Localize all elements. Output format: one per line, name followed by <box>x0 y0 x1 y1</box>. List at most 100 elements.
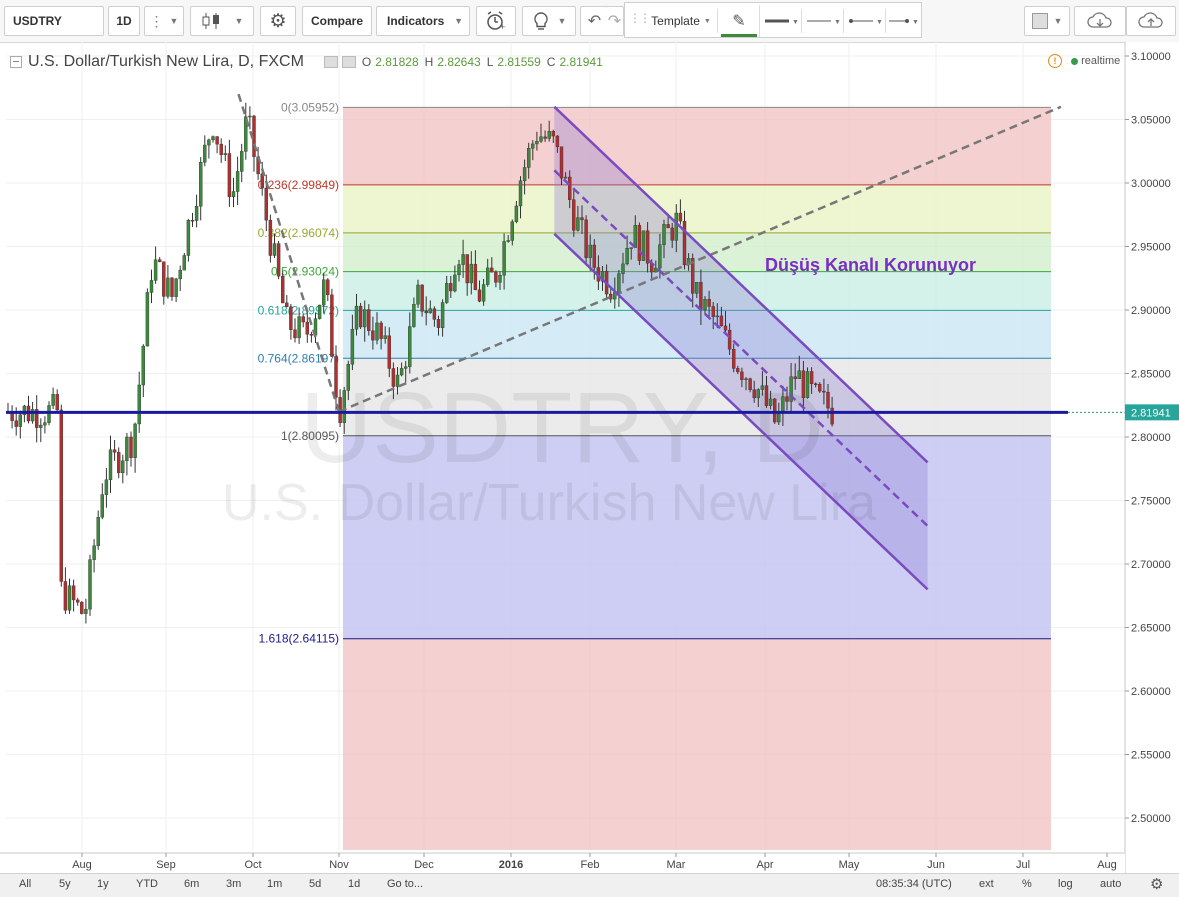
goto-button[interactable]: Go to... <box>387 878 423 890</box>
candle-body <box>289 306 293 330</box>
candle-body <box>276 243 281 277</box>
candle-body <box>67 585 72 611</box>
price-tick-label: 2.60000 <box>1131 686 1171 698</box>
candle-body <box>531 143 535 149</box>
price-tick-label: 2.75000 <box>1131 496 1171 508</box>
candle-body <box>408 326 412 367</box>
undo-button[interactable]: ↶ <box>580 6 608 36</box>
price-tick-label: 2.65000 <box>1131 623 1171 635</box>
gear-icon[interactable]: ⚙ <box>1150 875 1163 893</box>
candle-body <box>539 136 543 142</box>
interval-menu-button[interactable]: ⋮ ▼ <box>144 6 184 36</box>
candle-body <box>182 255 187 271</box>
chart-style-button[interactable]: ▼ <box>190 6 254 36</box>
candle-body <box>518 180 523 207</box>
alert-button[interactable]: + <box>476 6 516 36</box>
price-axis[interactable]: 3.10000 3.05000 3.00000 2.95000 2.90000 2.850… <box>1124 42 1179 873</box>
candle-body <box>223 153 228 155</box>
candle-body <box>461 254 465 265</box>
percent-toggle[interactable]: % <box>1022 878 1032 890</box>
candle-body <box>18 414 22 427</box>
line-color-button[interactable]: ✎ <box>719 5 760 37</box>
compare-button[interactable]: Compare <box>302 6 372 36</box>
settings-button[interactable]: ⚙ <box>260 6 296 36</box>
candle-body <box>527 148 531 168</box>
warning-icon[interactable]: ! <box>1048 54 1062 68</box>
line-width-button[interactable]: ▼ <box>761 9 802 33</box>
range-1y[interactable]: 1y <box>97 878 109 890</box>
candle-body <box>654 267 658 273</box>
candle-body <box>432 308 437 320</box>
load-chart-button[interactable] <box>1074 6 1126 36</box>
candle-body <box>785 396 789 402</box>
auto-toggle[interactable]: auto <box>1100 878 1121 890</box>
candle-body <box>383 335 387 339</box>
range-ytd[interactable]: YTD <box>136 878 158 890</box>
range-6m[interactable]: 6m <box>184 878 199 890</box>
legend-collapse-icon[interactable] <box>10 56 22 68</box>
candle-body <box>80 602 84 614</box>
candle-body <box>215 136 219 145</box>
candle-body <box>617 273 621 293</box>
fib-label: 0.618(2.89972) <box>258 303 339 317</box>
price-chart[interactable]: USDTRY, D U.S. Dollar/Turkish New Lira 0… <box>0 42 1179 873</box>
price-tick-label: 2.90000 <box>1131 305 1171 317</box>
fib-label: 0(3.05952) <box>281 100 339 114</box>
time-tick-label: Nov <box>329 859 349 871</box>
line-start-button[interactable]: ▼ <box>845 9 886 33</box>
candle-body <box>84 608 88 614</box>
candle-body <box>576 217 580 231</box>
eye-icon[interactable] <box>323 56 338 68</box>
drag-handle[interactable]: ⋮⋮ <box>629 11 651 31</box>
candle-body <box>198 162 203 207</box>
svg-text:▼: ▼ <box>834 19 841 26</box>
settings-small-icon[interactable] <box>341 56 356 68</box>
chart-legend: U.S. Dollar/Turkish New Lira, D, FXCM O2… <box>10 52 603 72</box>
candle-body <box>793 376 797 379</box>
candle-body <box>342 390 346 423</box>
candle-body <box>190 219 195 222</box>
ext-toggle[interactable]: ext <box>979 878 994 890</box>
save-chart-button[interactable] <box>1126 6 1176 36</box>
candle-body <box>153 259 158 281</box>
range-5y[interactable]: 5y <box>59 878 71 890</box>
candle-body <box>326 279 330 296</box>
line-end-button[interactable]: ▼ <box>887 9 921 33</box>
range-5d[interactable]: 5d <box>309 878 321 890</box>
price-tick-label: 2.95000 <box>1131 242 1171 254</box>
template-button[interactable]: Template ▼ <box>645 9 718 33</box>
candle-body <box>379 322 383 339</box>
candle-body <box>330 294 334 357</box>
candle-body <box>47 405 51 423</box>
utc-clock[interactable]: 08:35:34 (UTC) <box>876 878 952 890</box>
channel-annotation[interactable]: Düşüş Kanalı Korunuyor <box>765 255 976 275</box>
range-3m[interactable]: 3m <box>226 878 241 890</box>
time-tick-label: Oct <box>244 859 261 871</box>
range-1d[interactable]: 1d <box>348 878 360 890</box>
time-axis[interactable]: Aug Sep Oct Nov Dec 2016 Feb Mar Apr May Jun Jul Aug <box>0 852 1125 873</box>
candle-body <box>281 275 285 304</box>
time-tick-label: Sep <box>156 859 176 871</box>
candle-body <box>572 199 576 231</box>
range-all[interactable]: All <box>19 878 31 890</box>
open-label: O <box>361 55 372 69</box>
range-1m[interactable]: 1m <box>267 878 282 890</box>
indicators-button[interactable]: Indicators ▼ <box>376 6 470 36</box>
log-toggle[interactable]: log <box>1058 878 1073 890</box>
line-style-button[interactable]: ▼ <box>803 9 844 33</box>
candle-body <box>732 349 736 369</box>
ideas-button[interactable]: ▼ <box>522 6 576 36</box>
candle-body <box>248 115 252 118</box>
candle-body <box>293 329 297 339</box>
candle-body <box>629 247 633 249</box>
candle-body <box>391 368 396 387</box>
redo-button[interactable]: ↷ <box>606 6 624 36</box>
symbol-search[interactable]: USDTRY <box>4 6 104 36</box>
candle-body <box>781 396 785 413</box>
layout-button[interactable]: ▼ <box>1024 6 1070 36</box>
candle-body <box>71 585 76 601</box>
interval-button[interactable]: 1D <box>108 6 140 36</box>
low-label: L <box>486 55 494 69</box>
fib-label: 1.618(2.64115) <box>258 632 339 646</box>
line-end-icon: ▼ <box>889 19 919 26</box>
